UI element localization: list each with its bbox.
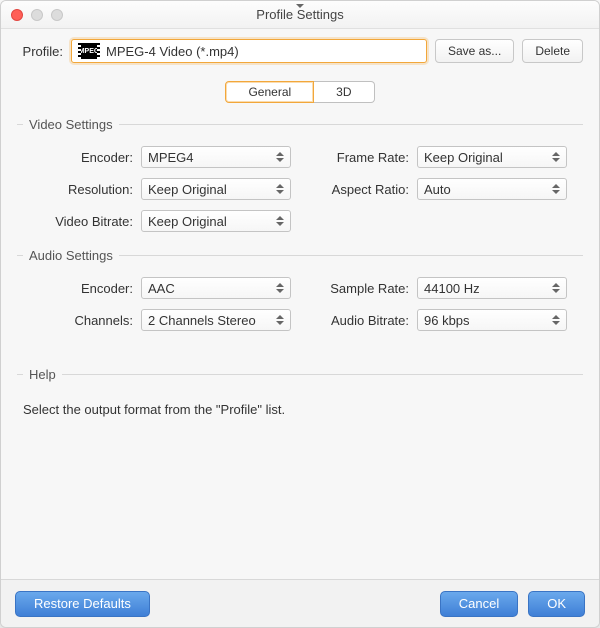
channels-select[interactable]: 2 Channels Stereo — [141, 309, 291, 331]
help-group: Help Select the output format from the "… — [17, 367, 583, 417]
help-text: Select the output format from the "Profi… — [17, 396, 583, 417]
video-legend: Video Settings — [23, 117, 119, 132]
help-legend: Help — [23, 367, 62, 382]
sample-rate-label: Sample Rate: — [299, 281, 409, 296]
ok-button[interactable]: OK — [528, 591, 585, 617]
frame-rate-select[interactable]: Keep Original — [417, 146, 567, 168]
chevron-updown-icon — [276, 216, 284, 226]
aspect-ratio-label: Aspect Ratio: — [299, 182, 409, 197]
video-encoder-select[interactable]: MPEG4 — [141, 146, 291, 168]
content-area: Profile: MPEG MPEG-4 Video (*.mp4) Save … — [1, 29, 599, 579]
sample-rate-select[interactable]: 44100 Hz — [417, 277, 567, 299]
audio-legend: Audio Settings — [23, 248, 119, 263]
profile-value: MPEG-4 Video (*.mp4) — [106, 44, 420, 59]
frame-rate-label: Frame Rate: — [299, 150, 409, 165]
mpeg-file-icon: MPEG — [78, 43, 100, 59]
footer: Restore Defaults Cancel OK — [1, 579, 599, 627]
delete-button[interactable]: Delete — [522, 39, 583, 63]
chevron-updown-icon — [276, 152, 284, 162]
profile-row: Profile: MPEG MPEG-4 Video (*.mp4) Save … — [17, 39, 583, 63]
profile-settings-window: Profile Settings Profile: MPEG MPEG-4 Vi… — [0, 0, 600, 628]
channels-label: Channels: — [21, 313, 133, 328]
tab-group: General 3D — [225, 81, 374, 103]
profile-label: Profile: — [17, 44, 63, 59]
window-title: Profile Settings — [1, 7, 599, 22]
audio-encoder-select[interactable]: AAC — [141, 277, 291, 299]
chevron-updown-icon — [276, 315, 284, 325]
audio-bitrate-label: Audio Bitrate: — [299, 313, 409, 328]
resolution-select[interactable]: Keep Original — [141, 178, 291, 200]
restore-defaults-button[interactable]: Restore Defaults — [15, 591, 150, 617]
audio-bitrate-select[interactable]: 96 kbps — [417, 309, 567, 331]
video-encoder-label: Encoder: — [21, 150, 133, 165]
audio-encoder-label: Encoder: — [21, 281, 133, 296]
video-bitrate-select[interactable]: Keep Original — [141, 210, 291, 232]
video-bitrate-label: Video Bitrate: — [21, 214, 133, 229]
resolution-label: Resolution: — [21, 182, 133, 197]
chevron-updown-icon — [276, 283, 284, 293]
save-as-button[interactable]: Save as... — [435, 39, 514, 63]
audio-settings-group: Audio Settings Encoder: AAC Sample Rate:… — [17, 248, 583, 331]
chevron-updown-icon — [552, 152, 560, 162]
tab-3d[interactable]: 3D — [314, 81, 374, 103]
chevron-updown-icon — [552, 315, 560, 325]
chevron-updown-icon — [552, 184, 560, 194]
chevron-updown-icon — [552, 283, 560, 293]
profile-select[interactable]: MPEG MPEG-4 Video (*.mp4) — [71, 39, 427, 63]
cancel-button[interactable]: Cancel — [440, 591, 518, 617]
video-settings-group: Video Settings Encoder: MPEG4 Frame Rate… — [17, 117, 583, 232]
aspect-ratio-select[interactable]: Auto — [417, 178, 567, 200]
chevron-updown-icon — [276, 184, 284, 194]
tab-general[interactable]: General — [225, 81, 314, 103]
